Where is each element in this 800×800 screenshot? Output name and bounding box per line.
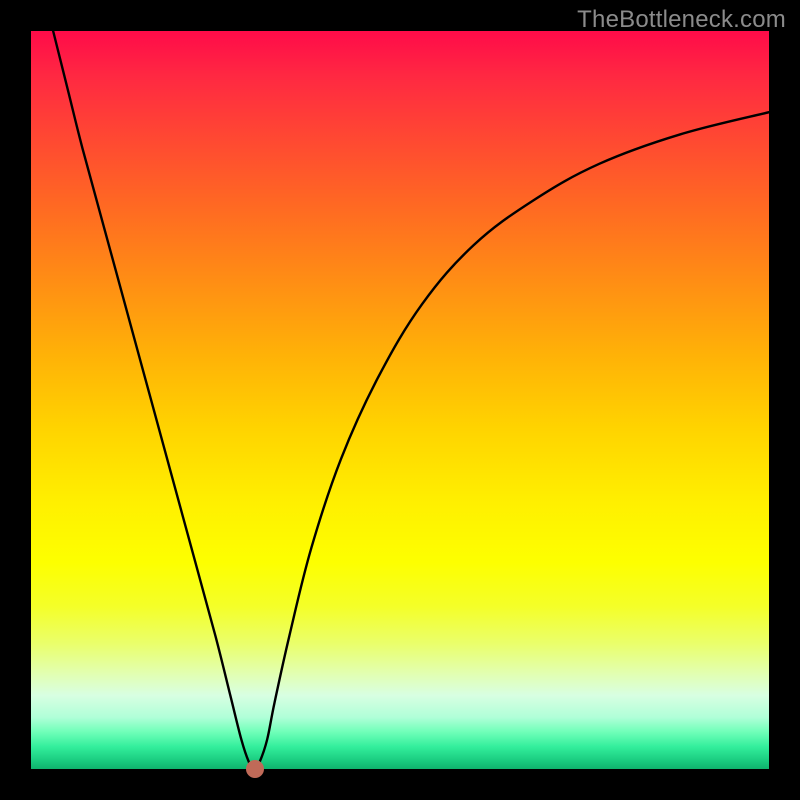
plot-area — [31, 31, 769, 769]
minimum-marker — [246, 760, 264, 778]
chart-frame: TheBottleneck.com — [0, 0, 800, 800]
watermark-text: TheBottleneck.com — [577, 6, 786, 34]
bottleneck-curve — [53, 31, 769, 766]
curve-svg — [31, 31, 769, 769]
